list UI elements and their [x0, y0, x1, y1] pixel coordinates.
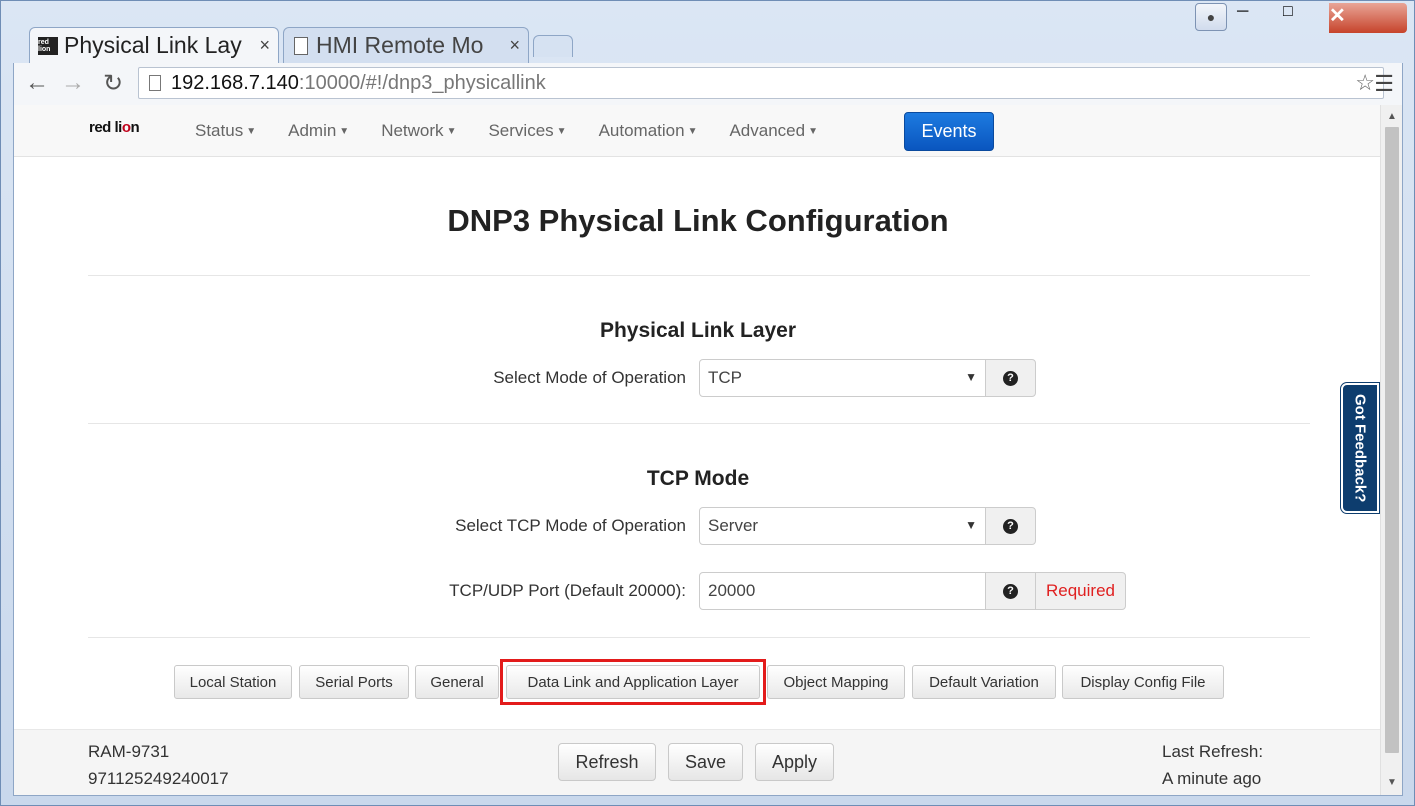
tcp-mode-select[interactable]: Server ▼ [699, 507, 986, 545]
user-profile-icon[interactable]: ● [1195, 3, 1227, 31]
main-menu: Status ▼ Admin ▼ Network ▼ Services ▼ Automa… [182, 105, 837, 157]
close-tab-icon[interactable]: × [259, 35, 270, 56]
menu-network[interactable]: Network ▼ [368, 121, 475, 141]
caret-down-icon: ▼ [339, 126, 350, 138]
last-refresh-label: Last Refresh: [1162, 742, 1264, 761]
footer-bar: RAM-9731 971125249240017 Refresh Save Ap… [14, 729, 1382, 795]
browser-toolbar: ← → ↻ 192.168.7.140:10000/#!/dnp3_physic… [13, 63, 1403, 105]
refresh-button[interactable]: Refresh [558, 743, 656, 781]
tab-title: Physical Link Lay [64, 32, 242, 58]
top-navbar: red lion Status ▼ Admin ▼ Network ▼ Service… [14, 105, 1382, 157]
menu-status[interactable]: Status ▼ [182, 121, 275, 141]
page-title: DNP3 Physical Link Configuration [447, 203, 949, 238]
display-config-file-button[interactable]: Display Config File [1062, 665, 1224, 699]
tab-hmi-remote[interactable]: HMI Remote Mo × [283, 27, 529, 63]
caret-down-icon: ▼ [687, 126, 698, 138]
redlion-favicon-icon: red lion [38, 36, 58, 55]
menu-advanced[interactable]: Advanced ▼ [716, 121, 837, 141]
divider [88, 275, 1310, 276]
local-station-button[interactable]: Local Station [174, 665, 292, 699]
device-model: RAM-9731 [88, 742, 170, 761]
scroll-down-icon[interactable]: ▼ [1381, 773, 1402, 793]
section-title-tcp-mode: TCP Mode [646, 467, 750, 490]
save-button[interactable]: Save [668, 743, 743, 781]
page-scrollbar[interactable]: ▲ ▼ [1380, 105, 1402, 795]
divider [88, 423, 1310, 424]
serial-ports-button[interactable]: Serial Ports [299, 665, 409, 699]
close-icon: ✕ [1329, 5, 1346, 27]
general-button[interactable]: General [415, 665, 499, 699]
dropdown-arrow-icon: ▼ [965, 370, 977, 384]
apply-button[interactable]: Apply [755, 743, 834, 781]
reload-icon[interactable]: ↻ [98, 69, 128, 98]
device-info: RAM-9731 971125249240017 [88, 738, 229, 792]
caret-down-icon: ▼ [246, 126, 257, 138]
required-badge: Required [1035, 572, 1126, 610]
url-host: 192.168.7.140 [171, 71, 299, 94]
minimize-icon: ─ [1237, 3, 1249, 20]
new-tab-button[interactable] [533, 35, 573, 57]
port-label: TCP/UDP Port (Default 20000): [449, 581, 686, 600]
caret-down-icon: ▼ [446, 126, 457, 138]
minimize-button[interactable]: ─ [1237, 3, 1283, 33]
close-tab-icon[interactable]: × [509, 35, 520, 56]
port-input[interactable]: 20000 [699, 572, 986, 610]
redlion-logo[interactable]: red lion [89, 119, 140, 136]
back-arrow-icon[interactable]: ← [22, 69, 52, 97]
last-refresh-info: Last Refresh: A minute ago [1162, 738, 1263, 792]
help-icon: ? [1003, 518, 1018, 534]
url-path: :10000/#!/dnp3_physicallink [298, 71, 546, 94]
mode-select[interactable]: TCP ▼ [699, 359, 986, 397]
menu-services[interactable]: Services ▼ [475, 121, 585, 141]
help-button[interactable]: ? [985, 572, 1036, 610]
tab-strip: red lion Physical Link Lay × HMI Remote … [1, 1, 1414, 63]
tab-title: HMI Remote Mo [316, 32, 484, 58]
tab-physical-link[interactable]: red lion Physical Link Lay × [29, 27, 279, 63]
window-bottom-edge [13, 795, 1403, 805]
menu-admin[interactable]: Admin ▼ [275, 121, 368, 141]
scrollbar-thumb[interactable] [1385, 127, 1399, 753]
events-button[interactable]: Events [904, 112, 994, 151]
help-button[interactable]: ? [985, 359, 1036, 397]
mode-of-operation-row: Select Mode of Operation TCP ▼ ? [14, 359, 1382, 397]
forward-arrow-icon[interactable]: → [58, 69, 88, 97]
feedback-tab[interactable]: Got Feedback? [1341, 383, 1379, 513]
port-row: TCP/UDP Port (Default 20000): 20000 ? Re… [14, 572, 1382, 610]
bookmark-star-icon[interactable]: ☆ [1355, 70, 1375, 96]
browser-window: red lion Physical Link Lay × HMI Remote … [0, 0, 1415, 806]
page-icon [149, 75, 161, 91]
address-bar[interactable]: 192.168.7.140:10000/#!/dnp3_physicallink… [138, 67, 1384, 99]
page-favicon-icon [294, 36, 308, 55]
default-variation-button[interactable]: Default Variation [912, 665, 1056, 699]
maximize-icon: □ [1283, 3, 1293, 20]
object-mapping-button[interactable]: Object Mapping [767, 665, 905, 699]
maximize-button[interactable]: □ [1283, 3, 1329, 33]
help-icon: ? [1003, 370, 1018, 386]
highlight-annotation [500, 659, 766, 705]
help-button[interactable]: ? [985, 507, 1036, 545]
page-viewport: red lion Status ▼ Admin ▼ Network ▼ Service… [13, 105, 1403, 795]
scroll-up-icon[interactable]: ▲ [1381, 107, 1402, 127]
caret-down-icon: ▼ [556, 126, 567, 138]
hamburger-menu-icon[interactable]: ☰ [1374, 71, 1394, 97]
help-icon: ? [1003, 583, 1018, 599]
section-title-physical-link: Physical Link Layer [599, 319, 797, 342]
mode-label: Select Mode of Operation [493, 368, 686, 387]
divider [88, 637, 1310, 638]
menu-automation[interactable]: Automation ▼ [586, 121, 717, 141]
feedback-label: Got Feedback? [1351, 393, 1369, 503]
dropdown-arrow-icon: ▼ [965, 518, 977, 532]
last-refresh-value: A minute ago [1162, 769, 1262, 788]
device-serial: 971125249240017 [88, 769, 229, 788]
caret-down-icon: ▼ [808, 126, 818, 138]
close-window-button[interactable]: ✕ [1329, 3, 1407, 33]
tcp-mode-label: Select TCP Mode of Operation [455, 516, 686, 535]
tcp-mode-row: Select TCP Mode of Operation Server ▼ ? [14, 507, 1382, 545]
